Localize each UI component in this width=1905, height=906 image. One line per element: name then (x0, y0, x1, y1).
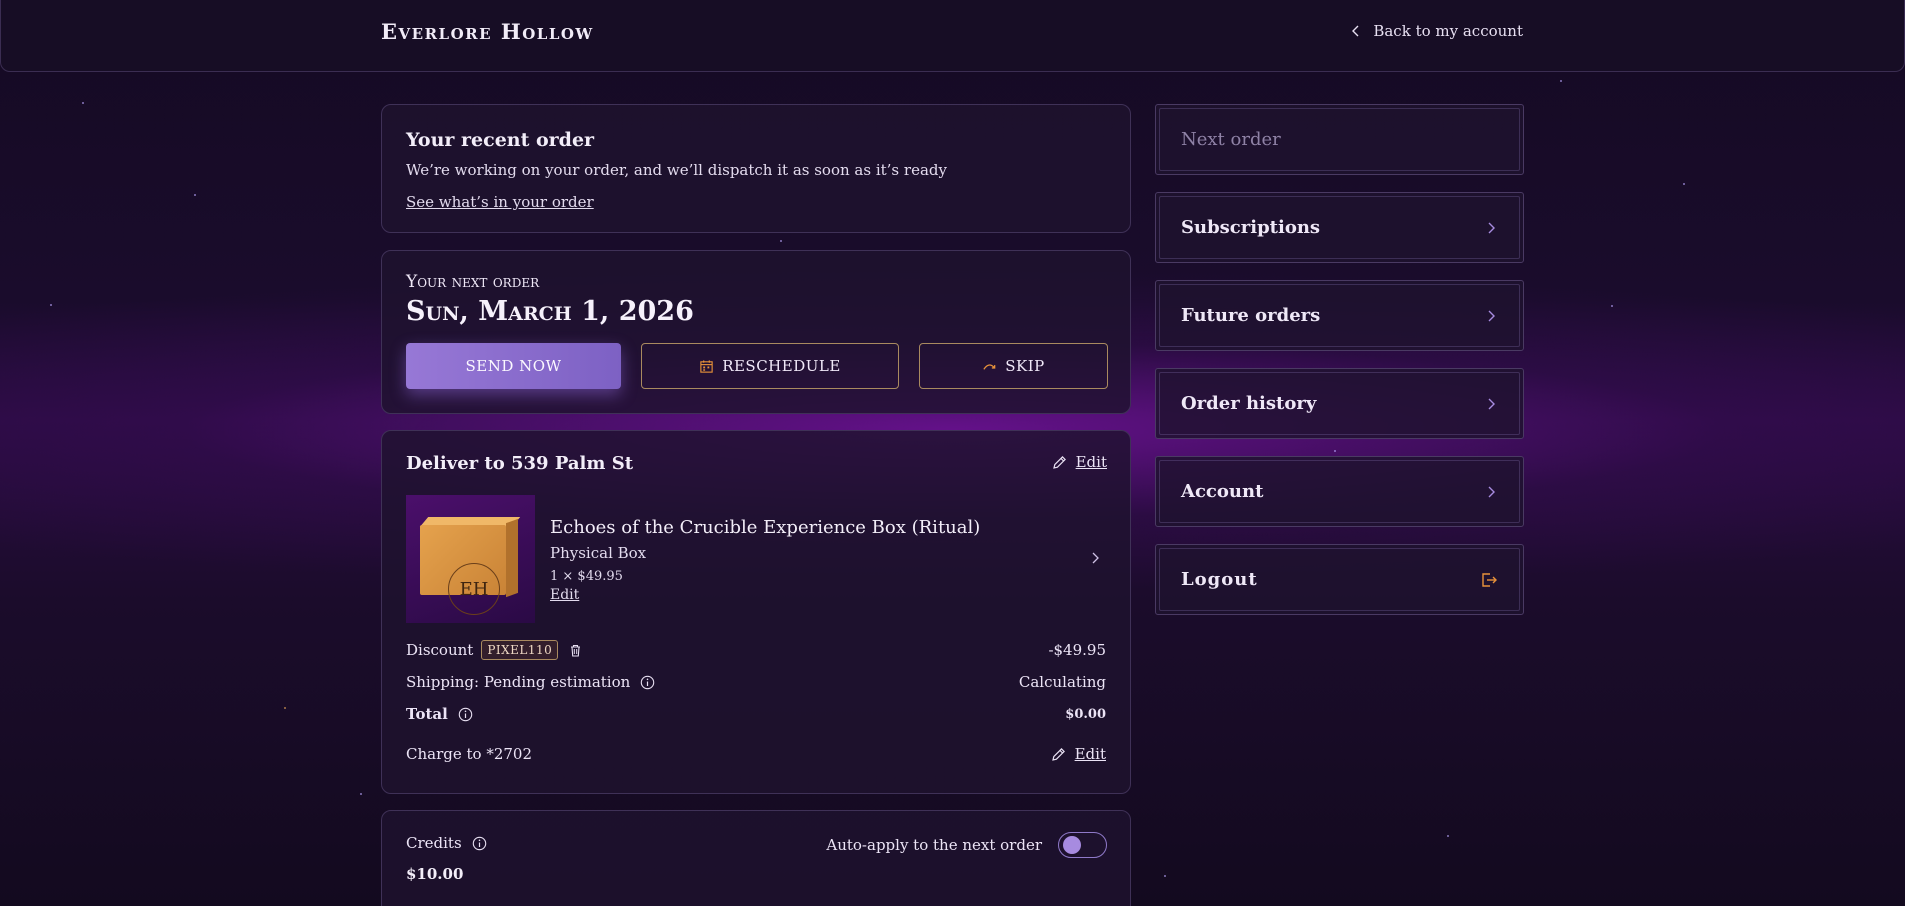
star-decoration (194, 194, 196, 196)
next-order-heading: Your next order (406, 272, 540, 292)
box-side (506, 518, 518, 598)
star-decoration (1334, 450, 1336, 452)
reschedule-label: RESCHEDULE (722, 357, 841, 375)
star-decoration (1447, 835, 1449, 837)
calendar-icon (700, 359, 713, 373)
star-decoration (1683, 183, 1685, 185)
credits-amount: $10.00 (406, 865, 464, 883)
total-row: Total $0.00 (406, 705, 1106, 723)
star-decoration (1164, 875, 1166, 877)
toggle-knob (1063, 836, 1081, 854)
auto-apply-toggle[interactable] (1058, 832, 1107, 858)
info-icon[interactable] (458, 707, 473, 722)
info-icon[interactable] (640, 675, 655, 690)
star-decoration (780, 240, 782, 242)
trash-icon[interactable] (568, 643, 583, 658)
info-icon[interactable] (472, 836, 487, 851)
box-front: EH (420, 525, 506, 615)
charge-label: Charge to *2702 (406, 745, 532, 763)
edit-payment-button[interactable]: Edit (1050, 745, 1106, 763)
star-decoration (284, 707, 286, 709)
delivery-card: Deliver to 539 Palm St Edit EH Echoes of… (381, 430, 1131, 794)
skip-button[interactable]: SKIP (919, 343, 1108, 389)
delivery-address-title: Deliver to 539 Palm St (406, 453, 634, 474)
chevron-right-icon (1488, 486, 1495, 497)
star-decoration (360, 793, 362, 795)
chevron-right-icon (1488, 310, 1495, 321)
pencil-icon (1052, 455, 1066, 469)
chevron-right-icon (1488, 222, 1495, 233)
discount-value: -$49.95 (1048, 641, 1106, 659)
star-decoration (50, 304, 52, 306)
back-to-account-link[interactable]: Back to my account (1349, 22, 1523, 40)
brand-logo[interactable]: Everlore Hollow (381, 19, 594, 44)
total-value: $0.00 (1065, 706, 1106, 722)
star-decoration (1560, 80, 1562, 82)
logout-icon (1482, 572, 1497, 587)
edit-address-label: Edit (1075, 453, 1107, 471)
product-name[interactable]: Echoes of the Crucible Experience Box (R… (550, 517, 980, 538)
auto-apply-label: Auto-apply to the next order (826, 836, 1042, 854)
shipping-value: Calculating (1018, 673, 1106, 691)
sidebar-item-account[interactable]: Account (1155, 456, 1524, 527)
shipping-row: Shipping: Pending estimation Calculating (406, 673, 1106, 691)
star-decoration (1611, 305, 1613, 307)
credits-label-row: Credits (406, 834, 487, 852)
discount-code-badge: PIXEL110 (481, 640, 559, 660)
sidebar-item-label: Account (1181, 481, 1264, 502)
see-order-link[interactable]: See what’s in your order (406, 193, 594, 211)
sidebar-item-label: Subscriptions (1181, 217, 1321, 238)
shipping-label: Shipping: Pending estimation (406, 673, 631, 691)
edit-product-link[interactable]: Edit (550, 587, 579, 603)
sidebar-item-label: Logout (1181, 569, 1258, 590)
sidebar-item-label: Future orders (1181, 305, 1321, 326)
top-bar: Everlore Hollow Back to my account (0, 0, 1905, 72)
reschedule-button[interactable]: RESCHEDULE (641, 343, 899, 389)
credits-label: Credits (406, 834, 462, 852)
total-label: Total (406, 705, 448, 723)
edit-payment-label: Edit (1074, 745, 1106, 763)
send-now-button[interactable]: SEND NOW (406, 343, 621, 389)
chevron-right-icon (1488, 398, 1495, 409)
recent-order-message: We’re working on your order, and we’ll d… (406, 161, 947, 179)
sidebar-item-logout[interactable]: Logout (1155, 544, 1524, 615)
product-image[interactable]: EH (406, 495, 535, 623)
chevron-right-icon[interactable] (1088, 551, 1102, 565)
send-now-label: SEND NOW (465, 357, 562, 375)
sidebar-item-label: Next order (1181, 129, 1281, 150)
discount-row: Discount PIXEL110 -$49.95 (406, 640, 1106, 660)
payment-row: Charge to *2702 Edit (406, 745, 1106, 763)
chevron-left-icon (1352, 25, 1359, 37)
discount-label: Discount (406, 641, 474, 659)
recent-order-title: Your recent order (406, 129, 595, 151)
edit-address-button[interactable]: Edit (1051, 453, 1107, 471)
sidebar-item-subscriptions[interactable]: Subscriptions (1155, 192, 1524, 263)
sidebar-item-next-order[interactable]: Next order (1155, 104, 1524, 175)
recent-order-card: Your recent order We’re working on your … (381, 104, 1131, 233)
back-label: Back to my account (1373, 22, 1523, 40)
product-type: Physical Box (550, 544, 647, 562)
sidebar-item-future-orders[interactable]: Future orders (1155, 280, 1524, 351)
sidebar-item-label: Order history (1181, 393, 1317, 414)
pencil-icon (1051, 747, 1065, 761)
sidebar-item-order-history[interactable]: Order history (1155, 368, 1524, 439)
star-decoration (82, 102, 84, 104)
skip-label: SKIP (1005, 357, 1045, 375)
next-order-card: Your next order Sun, March 1, 2026 SEND … (381, 250, 1131, 414)
skip-arrow-icon (983, 363, 996, 370)
next-order-date: Sun, March 1, 2026 (406, 296, 694, 327)
product-qty-price: 1 × $49.95 (550, 569, 623, 584)
box-monogram: EH (448, 563, 500, 615)
credits-card: Credits $10.00 Auto-apply to the next or… (381, 810, 1131, 906)
